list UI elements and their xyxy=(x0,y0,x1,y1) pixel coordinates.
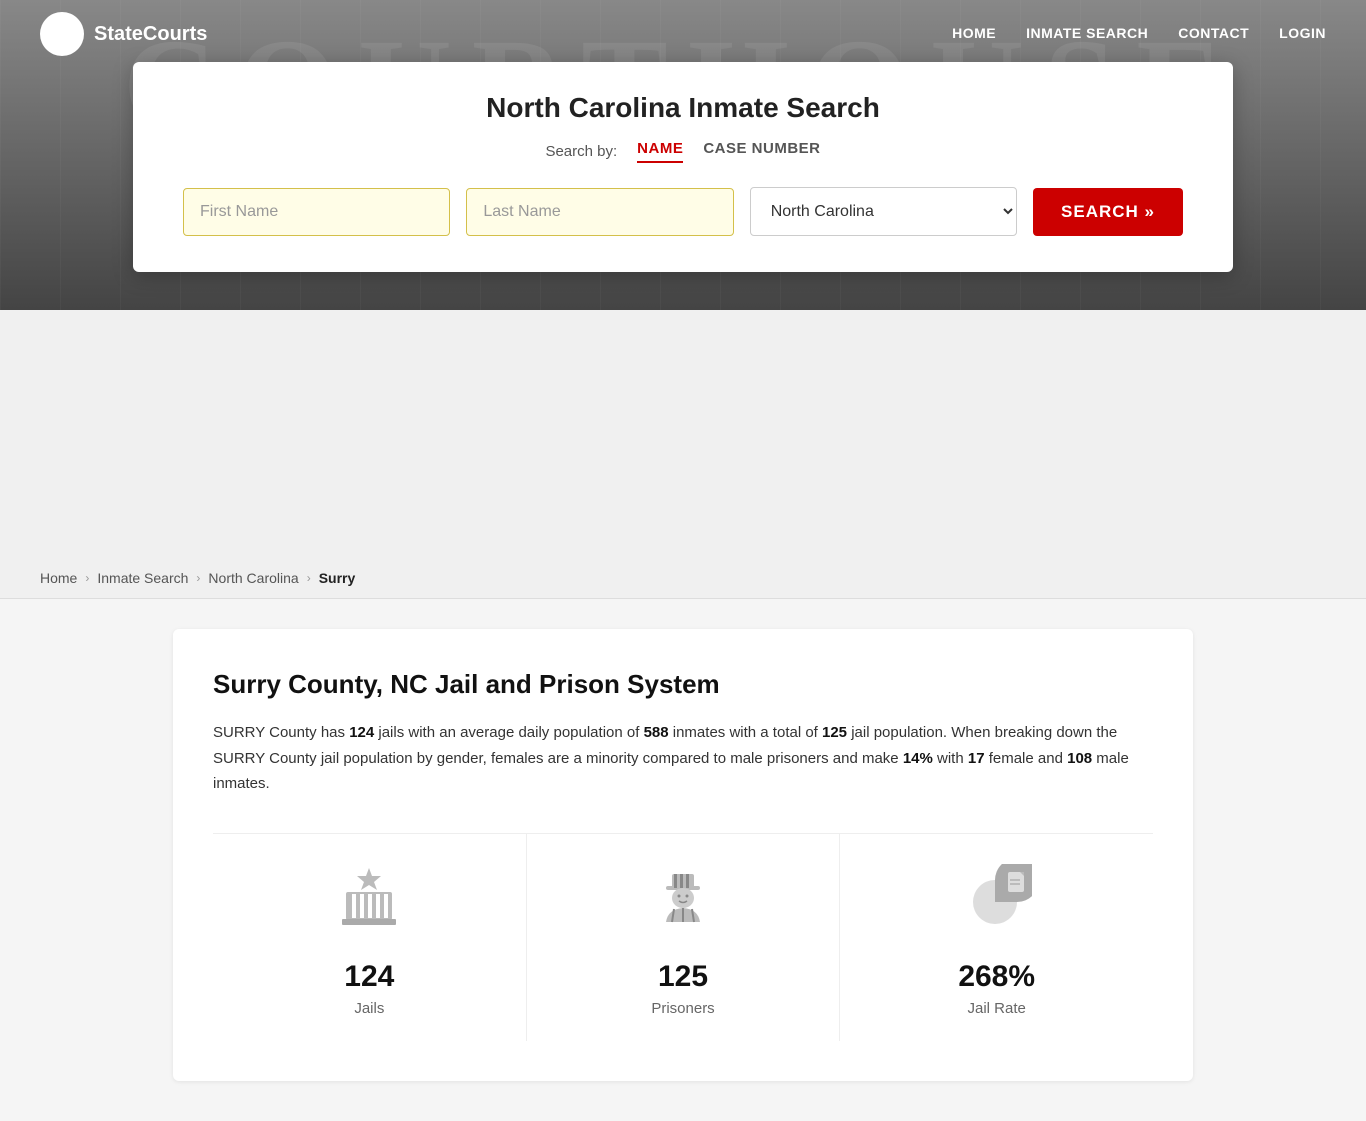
desc-pct: 14% xyxy=(903,750,933,767)
nav-inmate-search[interactable]: INMATE SEARCH xyxy=(1026,25,1148,41)
below-hero: Home › Inmate Search › North Carolina › … xyxy=(0,558,1366,1121)
chart-icon xyxy=(962,864,1032,944)
desc-mid1: jails with an average daily population o… xyxy=(374,724,643,741)
logo-text: StateCourts xyxy=(94,23,207,46)
breadcrumb-sep-1: › xyxy=(85,571,89,585)
search-fields: North Carolina Alabama Alaska Arizona Ar… xyxy=(183,187,1183,236)
logo-link[interactable]: 🏛 StateCourts xyxy=(40,12,207,56)
stats-row: 124 Jails xyxy=(213,833,1153,1041)
breadcrumb-inmate-search[interactable]: Inmate Search xyxy=(97,570,188,586)
stat-prisoners-number: 125 xyxy=(658,960,708,994)
desc-avg-pop: 588 xyxy=(644,724,669,741)
first-name-input[interactable] xyxy=(183,188,450,236)
stat-jail-rate-label: Jail Rate xyxy=(968,1000,1026,1017)
desc-intro: SURRY County has xyxy=(213,724,349,741)
tab-case-number[interactable]: CASE NUMBER xyxy=(703,140,820,163)
search-by-row: Search by: NAME CASE NUMBER xyxy=(183,140,1183,163)
content-card: Surry County, NC Jail and Prison System … xyxy=(173,629,1193,1081)
breadcrumb-state[interactable]: North Carolina xyxy=(208,570,298,586)
logo-icon: 🏛 xyxy=(40,12,84,56)
search-card: North Carolina Inmate Search Search by: … xyxy=(133,62,1233,272)
jail-icon xyxy=(334,864,404,944)
main-nav: 🏛 StateCourts HOME INMATE SEARCH CONTACT… xyxy=(0,0,1366,68)
search-card-title: North Carolina Inmate Search xyxy=(183,92,1183,124)
breadcrumb: Home › Inmate Search › North Carolina › … xyxy=(0,558,1366,599)
content-description: SURRY County has 124 jails with an avera… xyxy=(213,720,1153,797)
tab-name[interactable]: NAME xyxy=(637,140,683,163)
content-title: Surry County, NC Jail and Prison System xyxy=(213,669,1153,700)
nav-links: HOME INMATE SEARCH CONTACT LOGIN xyxy=(952,25,1326,43)
desc-mid2: inmates with a total of xyxy=(669,724,822,741)
desc-female: 17 xyxy=(968,750,985,767)
stat-jail-rate-number: 268% xyxy=(958,960,1035,994)
nav-home[interactable]: HOME xyxy=(952,25,996,41)
breadcrumb-current: Surry xyxy=(319,570,356,586)
breadcrumb-sep-2: › xyxy=(196,571,200,585)
main-content: Surry County, NC Jail and Prison System … xyxy=(133,599,1233,1121)
search-by-label: Search by: xyxy=(545,143,617,160)
breadcrumb-home[interactable]: Home xyxy=(40,570,77,586)
stat-prisoners: 125 Prisoners xyxy=(527,834,841,1041)
prisoner-icon xyxy=(648,864,718,944)
stat-prisoners-label: Prisoners xyxy=(651,1000,714,1017)
breadcrumb-sep-3: › xyxy=(307,571,311,585)
state-select[interactable]: North Carolina Alabama Alaska Arizona Ar… xyxy=(750,187,1017,236)
nav-login[interactable]: LOGIN xyxy=(1279,25,1326,41)
stat-jails-label: Jails xyxy=(354,1000,384,1017)
desc-total: 125 xyxy=(822,724,847,741)
desc-jails: 124 xyxy=(349,724,374,741)
search-button[interactable]: SEARCH » xyxy=(1033,188,1183,236)
stat-jails: 124 Jails xyxy=(213,834,527,1041)
desc-mid4: with xyxy=(933,750,968,767)
hero-section: COURTHOUSE 🏛 StateCourts HOME INMATE SEA… xyxy=(0,0,1366,310)
desc-male: 108 xyxy=(1067,750,1092,767)
nav-contact[interactable]: CONTACT xyxy=(1178,25,1249,41)
stat-jails-number: 124 xyxy=(344,960,394,994)
desc-mid5: female and xyxy=(985,750,1068,767)
last-name-input[interactable] xyxy=(466,188,733,236)
stat-jail-rate: 268% Jail Rate xyxy=(840,834,1153,1041)
